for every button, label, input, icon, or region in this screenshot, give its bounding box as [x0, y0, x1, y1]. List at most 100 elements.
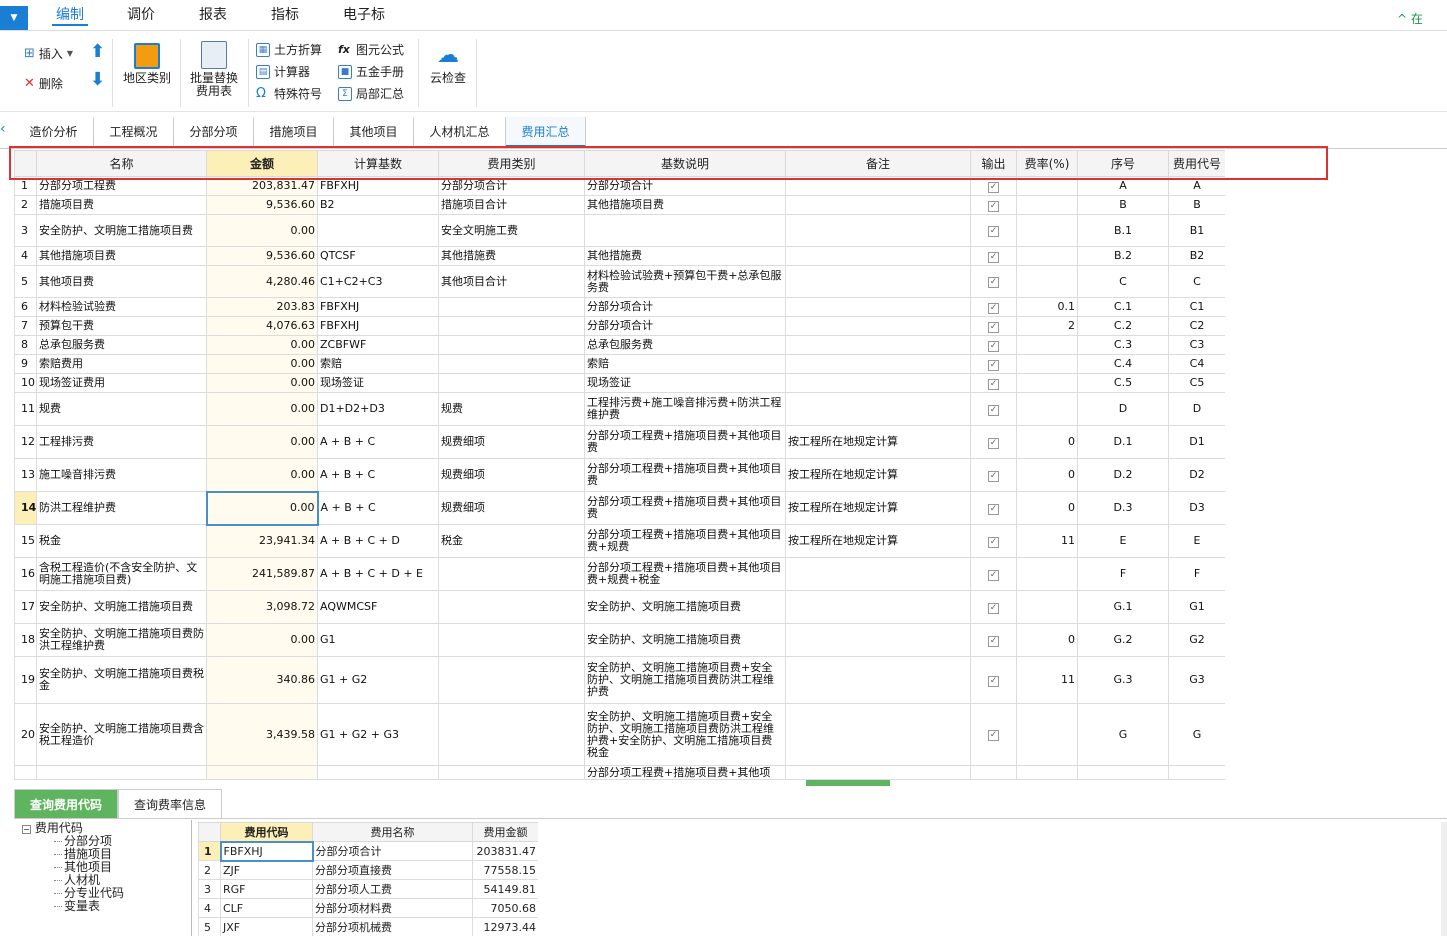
cell-name[interactable]: 其他项目费 [36, 265, 207, 298]
cell-category[interactable]: 税金 [438, 524, 585, 558]
cell-output[interactable]: ✓ [970, 297, 1017, 317]
tab-price-adjust[interactable]: 调价 [124, 6, 158, 26]
cell-cost-code[interactable]: ZJF [220, 860, 313, 880]
cell-rate[interactable] [1016, 335, 1078, 355]
tab-cost-analysis[interactable]: 造价分析 [14, 117, 94, 147]
cell-rate[interactable] [1016, 373, 1078, 393]
cell-base[interactable]: A + B + C [317, 425, 439, 459]
tab-query-rate-info[interactable]: 查询费率信息 [118, 789, 222, 819]
cell-code[interactable]: D2 [1168, 458, 1225, 492]
cell-base-desc[interactable]: 分部分项工程费+措施项目费+其他项目费 [584, 491, 786, 525]
cell-name[interactable]: 工程排污费 [36, 425, 207, 459]
tree-item[interactable]: 变量表 [54, 900, 100, 913]
cell-seq[interactable]: C.3 [1077, 335, 1169, 355]
calculator-button[interactable]: ▤ 计算器 [256, 65, 310, 79]
table-row[interactable]: 3 RGF 分部分项人工费 54149.81 [198, 879, 538, 899]
row-number[interactable]: 2 [14, 195, 37, 215]
cell-note[interactable] [785, 656, 971, 704]
cell-code[interactable]: B [1168, 195, 1225, 215]
cell-cost-amount[interactable]: 12973.44 [472, 917, 538, 936]
row-number[interactable]: 1 [14, 176, 37, 196]
output-checkbox[interactable]: ✓ [988, 359, 999, 371]
cell-note[interactable]: 按工程所在地规定计算 [785, 491, 971, 525]
cell-rate[interactable]: 0 [1016, 491, 1078, 525]
cell-note[interactable]: 按工程所在地规定计算 [785, 425, 971, 459]
move-up-button[interactable]: ⬆ [90, 43, 105, 61]
cell-cost-amount[interactable]: 54149.81 [472, 879, 538, 899]
cell-amount[interactable]: 0.00 [206, 335, 318, 355]
cell-name[interactable]: 材料检验试验费 [36, 297, 207, 317]
cell-base[interactable]: G1 + G2 [317, 656, 439, 704]
header-cost-amount[interactable]: 费用金额 [472, 822, 538, 842]
cell-amount[interactable]: 0.00 [206, 623, 318, 657]
cell-output[interactable]: ✓ [970, 590, 1017, 624]
cell-cost-name[interactable]: 分部分项直接费 [312, 860, 473, 880]
cell-note[interactable] [785, 297, 971, 317]
cell-note[interactable] [785, 335, 971, 355]
cell-cost-name[interactable]: 分部分项合计 [312, 841, 473, 861]
cell-name[interactable]: 规费 [36, 392, 207, 426]
cell-category[interactable] [438, 623, 585, 657]
formula-button[interactable]: fx 图元公式 [338, 43, 404, 57]
table-row[interactable]: 12 工程排污费 0.00 A + B + C 规费细项 分部分项工程费+措施项目费+其他… [14, 425, 1225, 459]
tab-compile[interactable]: 编制 [52, 6, 88, 26]
cell-category[interactable]: 分部分项合计 [438, 176, 585, 196]
cell-cost-code[interactable]: RGF [220, 879, 313, 899]
cell-base-desc[interactable]: 工程排污费+施工噪音排污费+防洪工程维护费 [584, 392, 786, 426]
header-rate[interactable]: 费率(%) [1016, 150, 1078, 177]
cell-category[interactable]: 安全文明施工费 [438, 214, 585, 247]
cell-rate[interactable] [1016, 176, 1078, 196]
cell-output[interactable]: ✓ [970, 246, 1017, 266]
cell-code[interactable] [1168, 765, 1225, 780]
table-row[interactable]: 2 ZJF 分部分项直接费 77558.15 [198, 860, 538, 880]
cell-seq[interactable]: B.2 [1077, 246, 1169, 266]
cell-category[interactable]: 规费 [438, 392, 585, 426]
cell-seq[interactable]: G.1 [1077, 590, 1169, 624]
row-number[interactable]: 2 [198, 860, 221, 880]
cell-base[interactable]: A + B + C [317, 491, 439, 525]
table-row[interactable]: 13 施工噪音排污费 0.00 A + B + C 规费细项 分部分项工程费+措施项目费+… [14, 458, 1225, 492]
cell-rate[interactable]: 0 [1016, 458, 1078, 492]
table-row[interactable]: 8 总承包服务费 0.00 ZCBFWF 总承包服务费 ✓ C.3 C3 [14, 335, 1225, 355]
cell-note[interactable] [785, 246, 971, 266]
cell-base-desc[interactable]: 分部分项工程费+措施项目费+其他项目费+规费 [584, 524, 786, 558]
cell-rate[interactable] [1016, 557, 1078, 591]
output-checkbox[interactable]: ✓ [988, 181, 999, 193]
cell-code[interactable]: E [1168, 524, 1225, 558]
cell-rate[interactable]: 0.1 [1016, 297, 1078, 317]
cell-base[interactable]: 现场签证 [317, 373, 439, 393]
cell-note[interactable] [785, 265, 971, 298]
special-symbol-button[interactable]: Ω 特殊符号 [256, 87, 322, 102]
move-down-button[interactable]: ⬇ [90, 71, 105, 89]
cell-base[interactable] [317, 214, 439, 247]
cell-category[interactable] [438, 335, 585, 355]
cell-base[interactable]: FBFXHJ [317, 316, 439, 336]
output-checkbox[interactable]: ✓ [988, 378, 999, 390]
cell-code[interactable]: G1 [1168, 590, 1225, 624]
cell-name[interactable]: 其他措施项目费 [36, 246, 207, 266]
local-summary-button[interactable]: Σ 局部汇总 [338, 87, 404, 101]
cell-seq[interactable]: C.5 [1077, 373, 1169, 393]
tab-project-overview[interactable]: 工程概况 [94, 117, 174, 147]
tab-report[interactable]: 报表 [196, 6, 230, 26]
cell-cost-code[interactable]: CLF [220, 898, 313, 918]
header-category[interactable]: 费用类别 [438, 150, 585, 177]
cell-amount[interactable]: 3,439.58 [206, 703, 318, 766]
output-checkbox[interactable]: ✓ [988, 321, 999, 333]
cell-code[interactable]: G2 [1168, 623, 1225, 657]
row-number[interactable]: 13 [14, 458, 37, 492]
cell-category[interactable] [438, 354, 585, 374]
table-row[interactable]: 4 其他措施项目费 9,536.60 QTCSF 其他措施费 其他措施费 ✓ B.2 B2 [14, 246, 1225, 266]
cell-category[interactable] [438, 590, 585, 624]
cell-cost-amount[interactable]: 203831.47 [472, 841, 538, 861]
cell-category[interactable]: 其他项目合计 [438, 265, 585, 298]
header-output[interactable]: 输出 [970, 150, 1017, 177]
tab-cost-summary[interactable]: 费用汇总 [506, 117, 586, 147]
cell-category[interactable] [438, 316, 585, 336]
cell-output[interactable]: ✓ [970, 623, 1017, 657]
cell-amount[interactable]: 0.00 [206, 373, 318, 393]
cell-base[interactable] [317, 765, 439, 780]
cell-category[interactable]: 规费细项 [438, 491, 585, 525]
cell-seq[interactable]: D.2 [1077, 458, 1169, 492]
table-row[interactable]: 17 安全防护、文明施工措施项目费 3,098.72 AQWMCSF 安全防护、文明施工… [14, 590, 1225, 624]
